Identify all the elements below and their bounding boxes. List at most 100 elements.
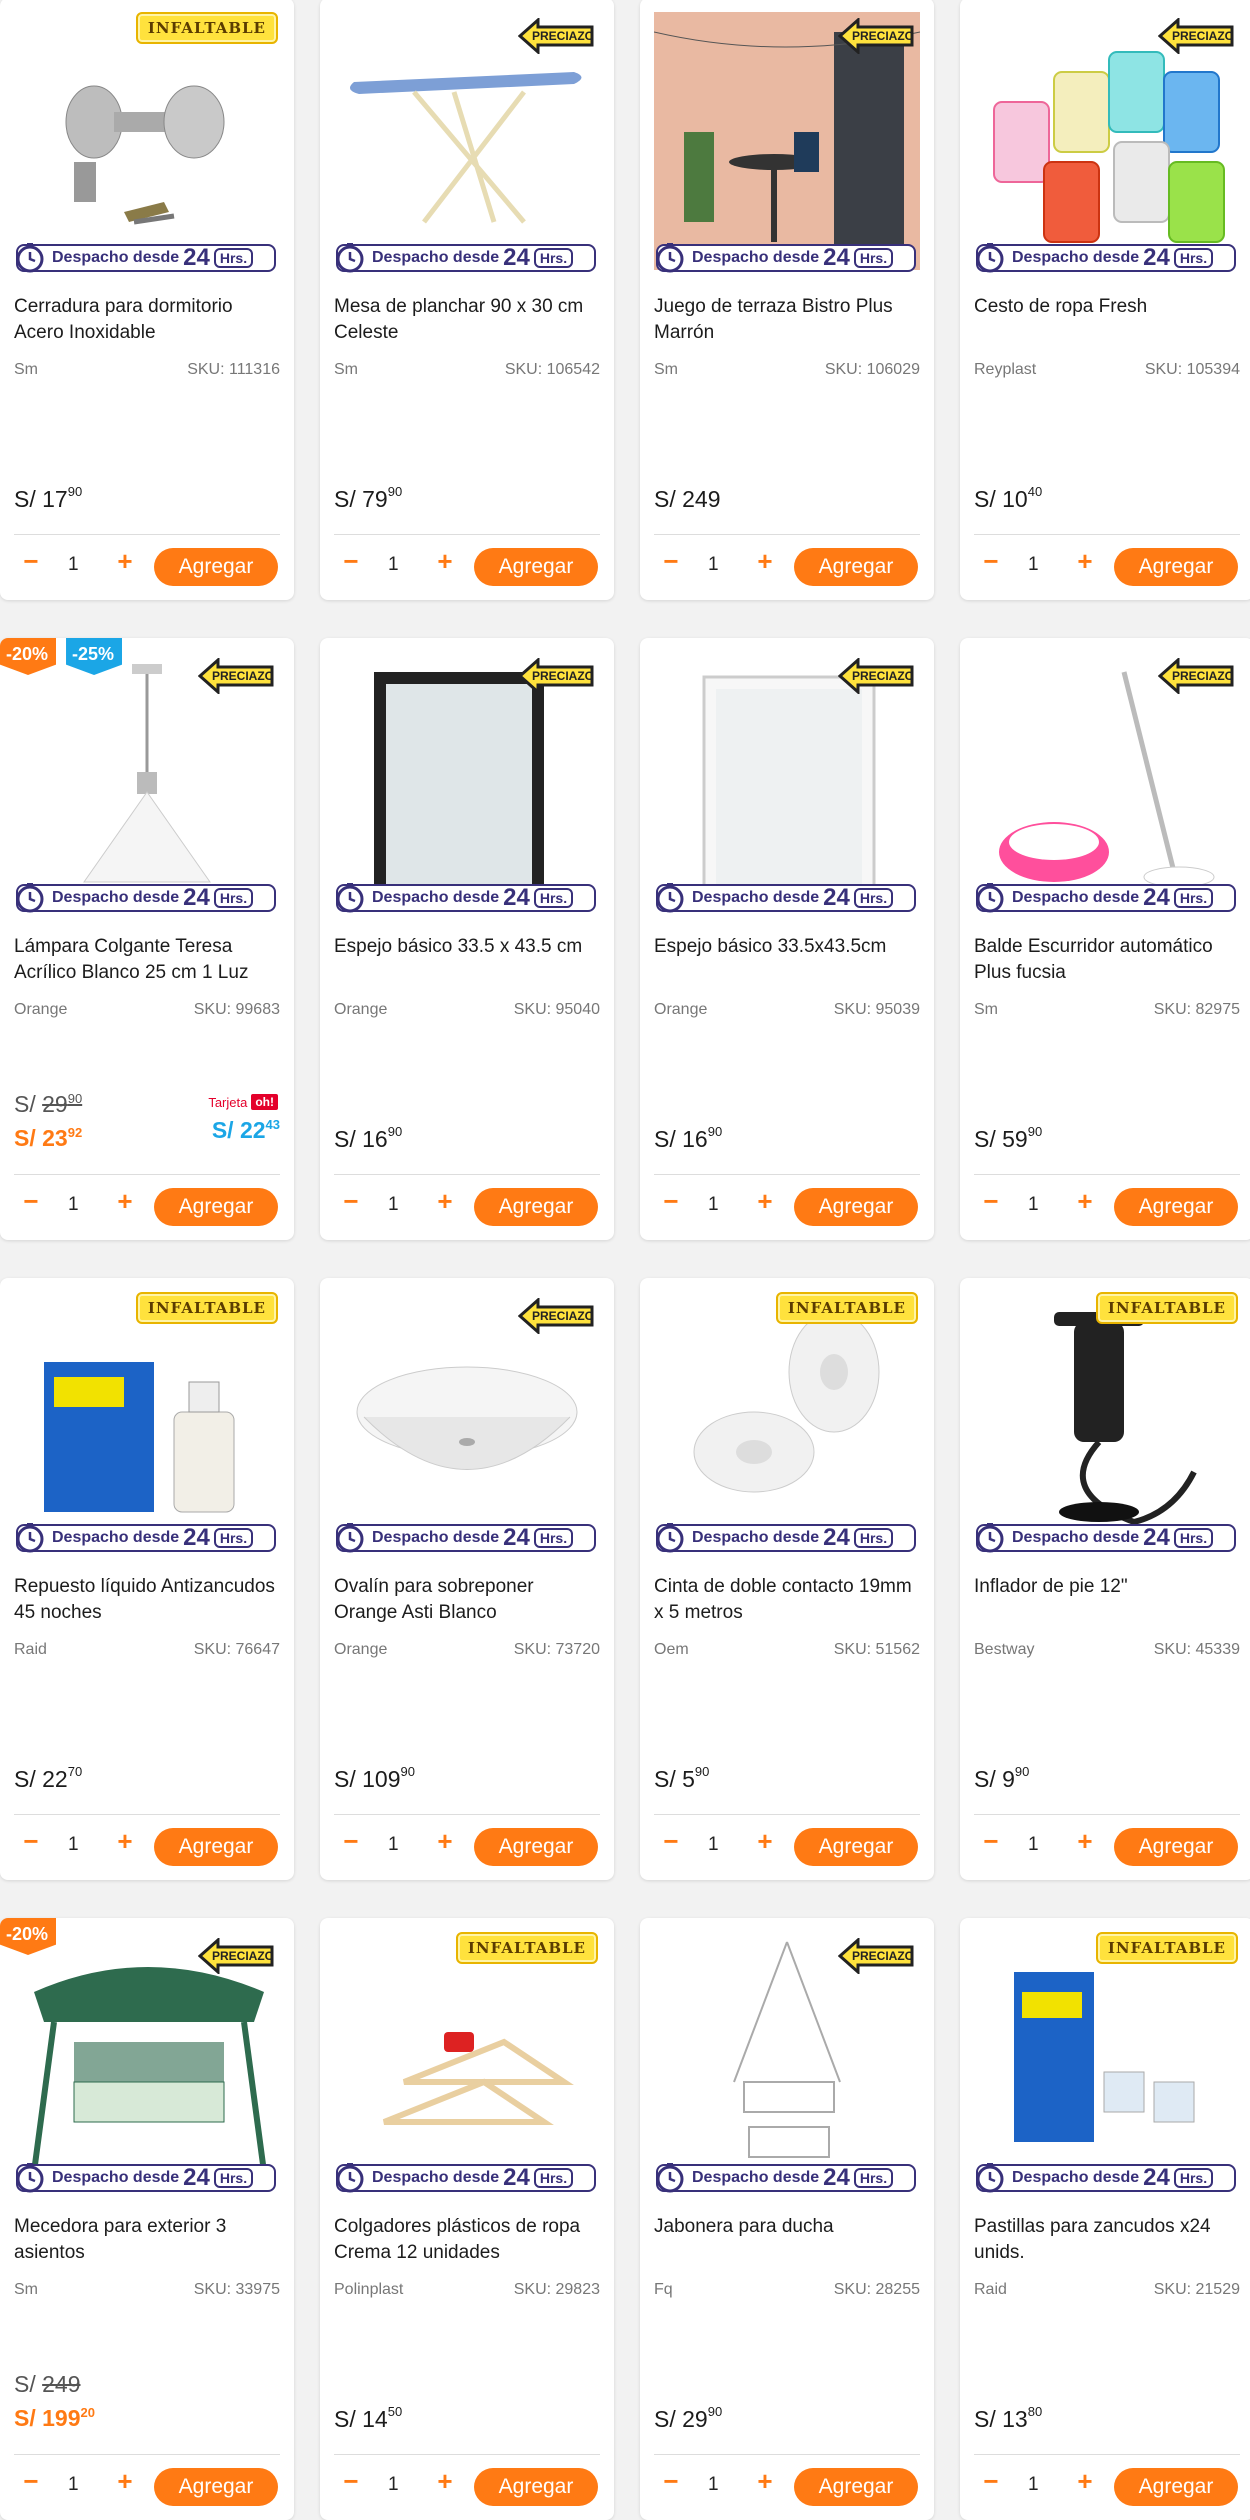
oh-card-logo: oh! bbox=[251, 1094, 278, 1110]
qty-decrease-button[interactable]: − bbox=[338, 2466, 364, 2497]
qty-decrease-button[interactable]: − bbox=[18, 1186, 44, 1217]
qty-decrease-button[interactable]: − bbox=[338, 1186, 364, 1217]
product-price: S/ 7990 bbox=[334, 484, 403, 512]
add-to-cart-button[interactable]: Agregar bbox=[154, 548, 278, 586]
qty-increase-button[interactable]: + bbox=[112, 1826, 138, 1857]
add-to-cart-button[interactable]: Agregar bbox=[474, 1828, 598, 1866]
product-card[interactable]: PRECIAZO -20% Despacho desde 24 Hrs. Mecedora… bbox=[0, 1918, 294, 2520]
product-title[interactable]: Mecedora para exterior 3 asientos bbox=[14, 2214, 282, 2266]
qty-decrease-button[interactable]: − bbox=[18, 546, 44, 577]
qty-decrease-button[interactable]: − bbox=[338, 1826, 364, 1857]
add-to-cart-button[interactable]: Agregar bbox=[154, 1828, 278, 1866]
qty-increase-button[interactable]: + bbox=[112, 546, 138, 577]
add-to-cart-button[interactable]: Agregar bbox=[474, 2468, 598, 2506]
product-card[interactable]: PRECIAZO Despacho desde 24 Hrs. Mesa de plan… bbox=[320, 0, 614, 600]
product-brand: Sm bbox=[974, 1001, 998, 1018]
qty-increase-button[interactable]: + bbox=[752, 2466, 778, 2497]
qty-increase-button[interactable]: + bbox=[432, 546, 458, 577]
product-title[interactable]: Cinta de doble contacto 19mm x 5 metros bbox=[654, 1574, 922, 1626]
qty-decrease-button[interactable]: − bbox=[978, 546, 1004, 577]
product-title[interactable]: Cerradura para dormitorio Acero Inoxidab… bbox=[14, 294, 282, 346]
product-card[interactable]: PRECIAZO Despacho desde 24 Hrs. Espejo básic… bbox=[640, 638, 934, 1240]
qty-decrease-button[interactable]: − bbox=[18, 1826, 44, 1857]
add-to-cart-button[interactable]: Agregar bbox=[1114, 1828, 1238, 1866]
qty-increase-button[interactable]: + bbox=[432, 1186, 458, 1217]
add-to-cart-button[interactable]: Agregar bbox=[154, 1188, 278, 1226]
product-card[interactable]: INFALTABLE Despacho desde 24 Hrs. Pastillas … bbox=[960, 1918, 1250, 2520]
qty-increase-button[interactable]: + bbox=[1072, 1826, 1098, 1857]
raid-refill-image[interactable] bbox=[14, 1292, 280, 1550]
product-title[interactable]: Juego de terraza Bistro Plus Marrón bbox=[654, 294, 922, 346]
product-card[interactable]: PRECIAZO Despacho desde 24 Hrs. Balde Escurr… bbox=[960, 638, 1250, 1240]
clock-icon bbox=[334, 1522, 366, 1554]
qty-increase-button[interactable]: + bbox=[1072, 2466, 1098, 2497]
air-pump-image[interactable] bbox=[974, 1292, 1240, 1550]
product-title[interactable]: Cesto de ropa Fresh bbox=[974, 294, 1242, 320]
product-card[interactable]: INFALTABLE Despacho desde 24 Hrs. Repuesto l… bbox=[0, 1278, 294, 1880]
product-title[interactable]: Colgadores plásticos de ropa Crema 12 un… bbox=[334, 2214, 602, 2266]
product-title[interactable]: Inflador de pie 12" bbox=[974, 1574, 1242, 1600]
product-title[interactable]: Ovalín para sobreponer Orange Asti Blanc… bbox=[334, 1574, 602, 1626]
add-to-cart-button[interactable]: Agregar bbox=[794, 548, 918, 586]
product-card[interactable]: INFALTABLE Despacho desde 24 Hrs. Colgadores… bbox=[320, 1918, 614, 2520]
qty-decrease-button[interactable]: − bbox=[978, 1826, 1004, 1857]
sale-price: S/ 19920 bbox=[14, 2405, 95, 2431]
delivery-hours: 24 bbox=[183, 2164, 210, 2191]
raid-tablets-image[interactable] bbox=[974, 1932, 1240, 2190]
svg-text:PRECIAZO: PRECIAZO bbox=[532, 29, 594, 43]
qty-increase-button[interactable]: + bbox=[432, 2466, 458, 2497]
add-to-cart-button[interactable]: Agregar bbox=[474, 548, 598, 586]
tape-rolls-image[interactable] bbox=[654, 1292, 920, 1550]
qty-increase-button[interactable]: + bbox=[752, 546, 778, 577]
delivery-hrs-unit: Hrs. bbox=[853, 248, 894, 268]
hangers-image[interactable] bbox=[334, 1932, 600, 2190]
delivery-hours: 24 bbox=[823, 1524, 850, 1551]
sale-price: S/ 2392 bbox=[14, 1125, 83, 1151]
qty-increase-button[interactable]: + bbox=[112, 2466, 138, 2497]
product-card[interactable]: PRECIAZO Despacho desde 24 Hrs. Ovalín para … bbox=[320, 1278, 614, 1880]
add-to-cart-button[interactable]: Agregar bbox=[1114, 548, 1238, 586]
qty-increase-button[interactable]: + bbox=[432, 1826, 458, 1857]
product-card[interactable]: PRECIAZO Despacho desde 24 Hrs. Espejo básic… bbox=[320, 638, 614, 1240]
product-title[interactable]: Balde Escurridor automático Plus fucsia bbox=[974, 934, 1242, 986]
qty-decrease-button[interactable]: − bbox=[18, 2466, 44, 2497]
qty-increase-button[interactable]: + bbox=[1072, 1186, 1098, 1217]
product-brand: Orange bbox=[654, 1001, 708, 1018]
qty-decrease-button[interactable]: − bbox=[338, 546, 364, 577]
product-card[interactable]: PRECIAZO -20% -25% Despacho desde 24 Hrs. Lámp… bbox=[0, 638, 294, 1240]
qty-decrease-button[interactable]: − bbox=[658, 2466, 684, 2497]
add-to-cart-button[interactable]: Agregar bbox=[1114, 1188, 1238, 1226]
qty-decrease-button[interactable]: − bbox=[658, 546, 684, 577]
product-title[interactable]: Espejo básico 33.5 x 43.5 cm bbox=[334, 934, 602, 960]
qty-increase-button[interactable]: + bbox=[112, 1186, 138, 1217]
qty-increase-button[interactable]: + bbox=[752, 1186, 778, 1217]
product-card[interactable]: INFALTABLE Despacho desde 24 Hrs. Cerradura … bbox=[0, 0, 294, 600]
add-to-cart-button[interactable]: Agregar bbox=[1114, 2468, 1238, 2506]
product-title[interactable]: Repuesto líquido Antizancudos 45 noches bbox=[14, 1574, 282, 1626]
qty-decrease-button[interactable]: − bbox=[658, 1186, 684, 1217]
qty-decrease-button[interactable]: − bbox=[978, 1186, 1004, 1217]
product-card[interactable]: PRECIAZO Despacho desde 24 Hrs. Jabonera par… bbox=[640, 1918, 934, 2520]
add-to-cart-button[interactable]: Agregar bbox=[794, 1828, 918, 1866]
product-title[interactable]: Jabonera para ducha bbox=[654, 2214, 922, 2240]
product-title[interactable]: Pastillas para zancudos x24 unids. bbox=[974, 2214, 1242, 2266]
door-knob-image[interactable] bbox=[14, 12, 280, 270]
add-to-cart-button[interactable]: Agregar bbox=[474, 1188, 598, 1226]
clock-icon bbox=[334, 882, 366, 914]
product-title[interactable]: Espejo básico 33.5x43.5cm bbox=[654, 934, 922, 960]
product-title[interactable]: Lámpara Colgante Teresa Acrílico Blanco … bbox=[14, 934, 282, 986]
qty-decrease-button[interactable]: − bbox=[978, 2466, 1004, 2497]
product-card[interactable]: INFALTABLE Despacho desde 24 Hrs. Inflador d… bbox=[960, 1278, 1250, 1880]
product-card[interactable]: INFALTABLE Despacho desde 24 Hrs. Cinta de d… bbox=[640, 1278, 934, 1880]
qty-decrease-button[interactable]: − bbox=[658, 1826, 684, 1857]
product-card[interactable]: PRECIAZO Despacho desde 24 Hrs. Cesto de rop… bbox=[960, 0, 1250, 600]
product-title[interactable]: Mesa de planchar 90 x 30 cm Celeste bbox=[334, 294, 602, 346]
product-card[interactable]: PRECIAZO Despacho desde 24 Hrs. Juego de ter… bbox=[640, 0, 934, 600]
add-to-cart-button[interactable]: Agregar bbox=[794, 1188, 918, 1226]
add-to-cart-button[interactable]: Agregar bbox=[154, 2468, 278, 2506]
add-to-cart-button[interactable]: Agregar bbox=[794, 2468, 918, 2506]
qty-increase-button[interactable]: + bbox=[752, 1826, 778, 1857]
qty-increase-button[interactable]: + bbox=[1072, 546, 1098, 577]
delivery-badge: Despacho desde 24 Hrs. bbox=[976, 243, 1236, 273]
product-price: S/ 1690 bbox=[334, 1124, 403, 1152]
